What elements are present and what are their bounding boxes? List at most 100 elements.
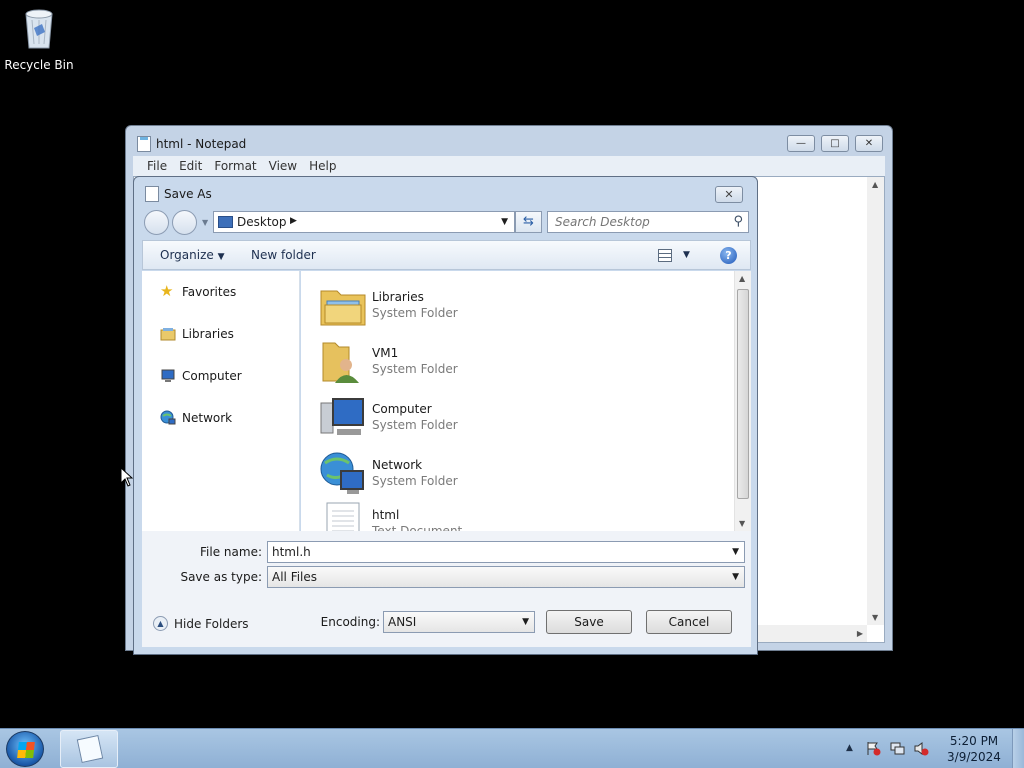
- network-large-icon: [319, 449, 367, 497]
- file-type: System Folder: [372, 418, 458, 432]
- file-name-field[interactable]: html.h ▼: [267, 541, 745, 563]
- organize-label: Organize: [160, 248, 214, 262]
- file-list-scrollbar[interactable]: ▲ ▼: [734, 271, 751, 531]
- star-icon: ★: [160, 282, 174, 300]
- cancel-button[interactable]: Cancel: [646, 610, 732, 634]
- list-item[interactable]: Libraries System Folder: [319, 279, 458, 331]
- encoding-select[interactable]: ANSI ▼: [383, 611, 535, 633]
- recycle-bin-label: Recycle Bin: [4, 58, 74, 72]
- file-list: Libraries System Folder VM1 System Folde…: [301, 271, 751, 531]
- file-name-dropdown-icon[interactable]: ▼: [732, 547, 739, 557]
- hide-folders-button[interactable]: ▲ Hide Folders: [153, 616, 249, 631]
- file-type: System Folder: [372, 306, 458, 320]
- computer-icon: [160, 368, 176, 384]
- menu-edit[interactable]: Edit: [173, 156, 208, 176]
- help-icon[interactable]: ?: [720, 247, 737, 264]
- notepad-taskbar-icon: [76, 734, 104, 764]
- scroll-down-icon[interactable]: ▼: [872, 613, 878, 622]
- nav-libraries-label: Libraries: [182, 327, 234, 341]
- menu-file[interactable]: File: [141, 156, 173, 176]
- back-button[interactable]: [144, 210, 169, 235]
- file-name: VM1: [372, 346, 399, 360]
- computer-large-icon: [319, 393, 367, 441]
- file-name: Network: [372, 458, 423, 472]
- text-document-icon: [319, 499, 367, 531]
- list-item[interactable]: Computer System Folder: [319, 391, 458, 443]
- nav-computer[interactable]: Computer: [160, 368, 242, 384]
- encoding-dropdown-icon[interactable]: ▼: [522, 617, 529, 627]
- libraries-icon: [160, 326, 176, 342]
- menu-format[interactable]: Format: [208, 156, 262, 176]
- list-item[interactable]: VM1 System Folder: [319, 335, 458, 387]
- menu-help[interactable]: Help: [303, 156, 342, 176]
- volume-muted-icon[interactable]: [914, 741, 929, 756]
- network-status-icon[interactable]: [890, 741, 905, 756]
- new-folder-button[interactable]: New folder: [251, 248, 316, 262]
- save-as-type-select[interactable]: All Files ▼: [267, 566, 745, 588]
- recent-locations-dropdown[interactable]: ▼: [202, 218, 208, 227]
- nav-favorites[interactable]: ★ Favorites: [160, 284, 236, 300]
- chevron-right-icon[interactable]: ▶: [290, 216, 297, 226]
- list-item[interactable]: html Text Document: [319, 497, 462, 531]
- hide-folders-label: Hide Folders: [174, 616, 249, 631]
- dialog-toolbar: Organize ▼ New folder ▼ ?: [142, 240, 751, 270]
- address-bar[interactable]: Desktop ▶ ▼: [213, 211, 515, 233]
- windows-logo-icon: [17, 742, 35, 758]
- minimize-button[interactable]: —: [787, 135, 815, 152]
- organize-button[interactable]: Organize ▼: [160, 248, 225, 262]
- file-name-label: File name:: [200, 545, 262, 559]
- scrollbar-thumb[interactable]: [737, 289, 749, 499]
- libraries-folder-icon: [319, 281, 367, 329]
- dialog-close-button[interactable]: ✕: [715, 186, 743, 203]
- scroll-down-icon[interactable]: ▼: [739, 519, 745, 528]
- scroll-up-icon[interactable]: ▲: [872, 180, 878, 189]
- refresh-button[interactable]: ⇆: [515, 211, 542, 233]
- nav-network[interactable]: Network: [160, 410, 232, 426]
- file-type: Text Document: [372, 524, 463, 531]
- scroll-right-icon[interactable]: ▶: [857, 629, 863, 638]
- view-options-icon[interactable]: [658, 249, 672, 262]
- desktop-icon: [218, 216, 233, 228]
- scroll-up-icon[interactable]: ▲: [739, 274, 745, 283]
- save-as-type-label: Save as type:: [180, 570, 262, 584]
- system-clock[interactable]: 5:20 PM 3/9/2024: [946, 733, 1002, 765]
- nav-computer-label: Computer: [182, 369, 242, 383]
- notepad-menubar: File Edit Format View Help: [133, 156, 885, 176]
- file-name: html: [372, 508, 400, 522]
- taskbar: ▲ 5:20 PM 3/9/2024: [0, 728, 1024, 768]
- address-dropdown-icon[interactable]: ▼: [501, 217, 508, 227]
- show-hidden-icons-icon[interactable]: ▲: [846, 743, 853, 753]
- notepad-vertical-scrollbar[interactable]: ▲ ▼: [867, 177, 884, 625]
- chevron-up-icon: ▲: [153, 616, 168, 631]
- save-button[interactable]: Save: [546, 610, 632, 634]
- recycle-bin-shortcut[interactable]: Recycle Bin: [4, 6, 74, 72]
- file-name-value: html.h: [272, 545, 311, 559]
- file-type: System Folder: [372, 474, 458, 488]
- notepad-icon: [137, 136, 151, 152]
- search-box[interactable]: ⚲: [547, 211, 749, 233]
- close-button[interactable]: ✕: [855, 135, 883, 152]
- recycle-bin-icon: [22, 6, 56, 50]
- file-name: Computer: [372, 402, 432, 416]
- network-icon: [160, 410, 176, 426]
- taskbar-notepad-button[interactable]: [60, 730, 118, 768]
- forward-button[interactable]: [172, 210, 197, 235]
- search-input[interactable]: [555, 212, 725, 232]
- clock-date: 3/9/2024: [947, 750, 1001, 764]
- show-desktop-button[interactable]: [1012, 729, 1024, 768]
- encoding-label: Encoding:: [320, 615, 380, 629]
- action-center-flag-icon[interactable]: [866, 741, 881, 756]
- list-item[interactable]: Network System Folder: [319, 447, 458, 499]
- navigation-pane: ★ Favorites Libraries Computer Network: [142, 271, 300, 531]
- nav-network-label: Network: [182, 411, 233, 425]
- menu-view[interactable]: View: [263, 156, 303, 176]
- save-as-title: Save As: [164, 187, 212, 201]
- nav-libraries[interactable]: Libraries: [160, 326, 234, 342]
- save-as-type-value: All Files: [272, 570, 318, 584]
- save-as-type-dropdown-icon[interactable]: ▼: [732, 572, 739, 582]
- maximize-button[interactable]: □: [821, 135, 849, 152]
- save-as-dialog: Save As ✕ ▼ Desktop ▶ ▼ ⇆ ⚲ Organize ▼ N…: [133, 176, 758, 655]
- save-options-area: File name: html.h ▼ Save as type: All Fi…: [142, 531, 751, 647]
- start-button[interactable]: [6, 731, 44, 767]
- view-dropdown-icon[interactable]: ▼: [683, 250, 690, 260]
